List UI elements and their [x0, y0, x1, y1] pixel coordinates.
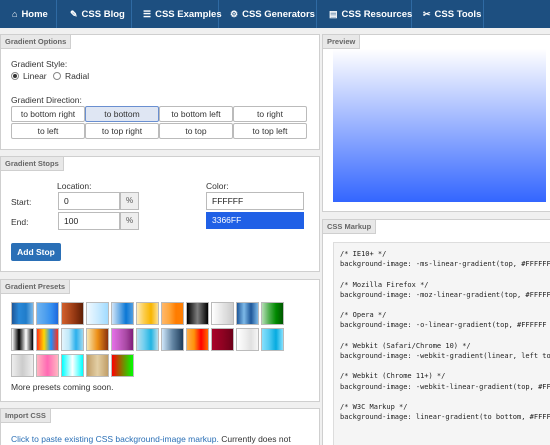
nav-css-resources[interactable]: ▤ CSS Resources	[317, 0, 412, 28]
gear-icon: ⚙	[230, 8, 239, 19]
preset-swatch[interactable]	[211, 328, 234, 351]
preset-swatch[interactable]	[211, 302, 234, 325]
end-percent-addon: %	[120, 212, 139, 230]
gradient-style-label: Gradient Style:	[11, 59, 68, 69]
preset-swatch[interactable]	[61, 302, 84, 325]
preset-swatch[interactable]	[111, 302, 134, 325]
css-markup-code[interactable]: /* IE10+ */ background-image: -ms-linear…	[333, 242, 550, 445]
direction-to-top-left[interactable]: to top left	[233, 123, 307, 139]
style-radial-label: Radial	[65, 71, 90, 81]
direction-to-bottom-left[interactable]: to bottom left	[159, 106, 233, 122]
preset-swatch[interactable]	[61, 354, 84, 377]
import-css-title: Import CSS	[1, 409, 51, 423]
preset-swatch[interactable]	[86, 302, 109, 325]
wrench-icon: ✂	[423, 8, 431, 19]
preset-swatch[interactable]	[261, 302, 284, 325]
preset-swatch[interactable]	[236, 302, 259, 325]
home-icon: ⌂	[12, 9, 18, 19]
start-label: Start:	[11, 197, 32, 207]
import-css-note: Currently does not	[218, 434, 291, 444]
preset-swatch[interactable]	[111, 354, 134, 377]
preview-title: Preview	[323, 35, 361, 49]
pencil-icon: ✎	[70, 8, 78, 19]
nav-css-examples-label: CSS Examples	[155, 8, 222, 20]
preset-swatch[interactable]	[36, 302, 59, 325]
paste-css-link[interactable]: Click to paste existing CSS background-i…	[11, 434, 219, 444]
location-label: Location:	[57, 181, 92, 191]
gradient-stops-panel: Gradient Stops Location: Color: Start: 0…	[0, 156, 320, 272]
gradient-presets-panel: Gradient Presets More presets coming soo…	[0, 279, 320, 402]
more-presets-note: More presets coming soon.	[11, 382, 114, 392]
color-label: Color:	[206, 181, 229, 191]
nav-home-label: Home	[21, 8, 48, 20]
gradient-options-title: Gradient Options	[1, 35, 72, 49]
css-markup-title: CSS Markup	[323, 220, 377, 234]
preset-swatch[interactable]	[111, 328, 134, 351]
preset-swatch[interactable]	[86, 328, 109, 351]
style-linear-radio[interactable]: Linear	[11, 71, 47, 81]
direction-to-right[interactable]: to right	[233, 106, 307, 122]
nav-css-generators-label: CSS Generators	[242, 8, 315, 20]
gradient-direction-label: Gradient Direction:	[11, 95, 82, 105]
preset-swatch[interactable]	[86, 354, 109, 377]
preset-swatch[interactable]	[36, 354, 59, 377]
nav-home[interactable]: ⌂ Home	[0, 0, 57, 28]
direction-to-top-right[interactable]: to top right	[85, 123, 159, 139]
preset-swatch[interactable]	[186, 302, 209, 325]
preset-swatch[interactable]	[161, 302, 184, 325]
start-location-input[interactable]: 0	[58, 192, 120, 210]
radio-dot-unchecked	[53, 72, 61, 80]
preset-swatch[interactable]	[161, 328, 184, 351]
nav-css-blog-label: CSS Blog	[81, 8, 125, 20]
preset-swatch[interactable]	[136, 302, 159, 325]
nav-css-resources-label: CSS Resources	[341, 8, 413, 20]
nav-css-blog[interactable]: ✎ CSS Blog	[57, 0, 132, 28]
nav-css-examples[interactable]: ☰ CSS Examples	[132, 0, 222, 28]
import-css-text: Click to paste existing CSS background-i…	[11, 434, 291, 444]
top-navigation: ⌂ Home ✎ CSS Blog ☰ CSS Examples ⚙ CSS Gener…	[0, 0, 550, 28]
direction-to-top[interactable]: to top	[159, 123, 233, 139]
gradient-options-panel: Gradient Options Gradient Style: Linear …	[0, 34, 320, 150]
gradient-stops-title: Gradient Stops	[1, 157, 64, 171]
nav-css-tools[interactable]: ✂ CSS Tools	[412, 0, 484, 28]
radio-dot-checked	[11, 72, 19, 80]
start-percent-addon: %	[120, 192, 139, 210]
preset-swatch[interactable]	[186, 328, 209, 351]
style-linear-label: Linear	[23, 71, 47, 81]
preset-swatch[interactable]	[11, 302, 34, 325]
list-icon: ☰	[143, 8, 152, 19]
preset-swatch[interactable]	[36, 328, 59, 351]
end-location-input[interactable]: 100	[58, 212, 120, 230]
preset-swatch[interactable]	[261, 328, 284, 351]
gradient-presets-title: Gradient Presets	[1, 280, 71, 294]
end-label: End:	[11, 217, 29, 227]
document-icon: ▤	[329, 8, 338, 19]
nav-css-tools-label: CSS Tools	[434, 8, 482, 20]
preset-swatch[interactable]	[61, 328, 84, 351]
direction-to-left[interactable]: to left	[11, 123, 85, 139]
direction-to-bottom[interactable]: to bottom	[85, 106, 159, 122]
start-color-input[interactable]: FFFFFF	[206, 192, 304, 210]
add-stop-button[interactable]: Add Stop	[11, 243, 61, 261]
gradient-preview	[333, 49, 546, 202]
import-css-panel: Import CSS Click to paste existing CSS b…	[0, 408, 320, 445]
end-color-input[interactable]: 3366FF	[206, 212, 304, 229]
style-radial-radio[interactable]: Radial	[53, 71, 89, 81]
preset-swatch[interactable]	[11, 354, 34, 377]
direction-to-bottom-right[interactable]: to bottom right	[11, 106, 85, 122]
nav-css-generators[interactable]: ⚙ CSS Generators	[219, 0, 317, 28]
preset-swatch[interactable]	[136, 328, 159, 351]
preset-swatch[interactable]	[11, 328, 34, 351]
preset-swatch[interactable]	[236, 328, 259, 351]
